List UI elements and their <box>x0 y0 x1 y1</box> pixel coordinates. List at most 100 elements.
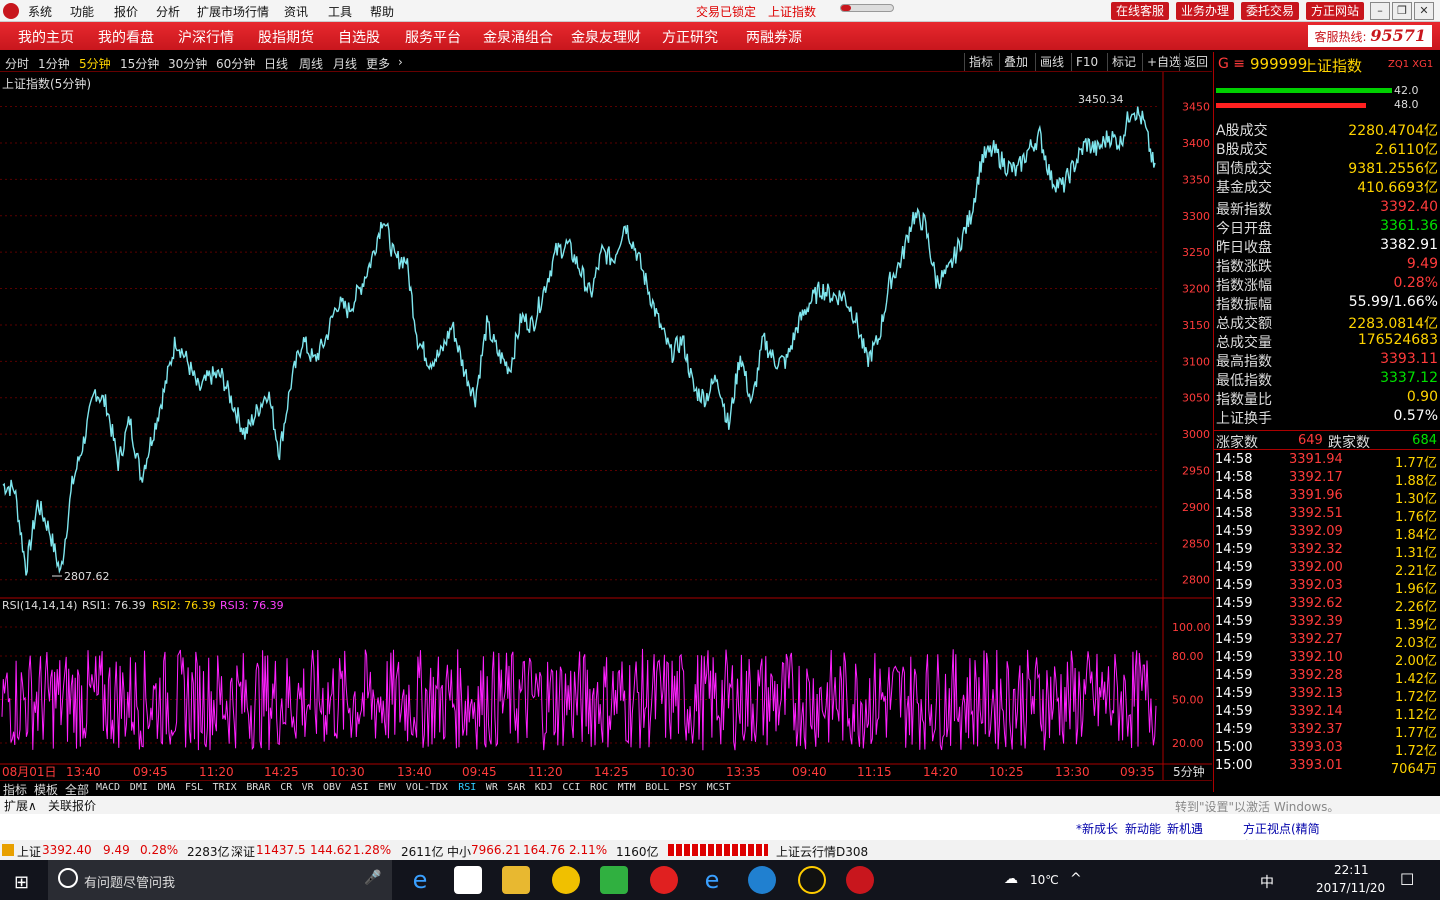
menu-function[interactable]: 功能 <box>70 3 94 20</box>
clock-date[interactable]: 2017/11/20 <box>1316 881 1385 895</box>
indicator-tab-vr[interactable]: VR <box>302 782 314 793</box>
title-slider[interactable] <box>840 4 894 12</box>
indicator-tab-cr[interactable]: CR <box>280 782 292 793</box>
edge-icon[interactable]: e <box>406 866 434 894</box>
indicator-tab-vol-tdx[interactable]: VOL-TDX <box>406 782 448 793</box>
indicator-tab-asi[interactable]: ASI <box>351 782 369 793</box>
menu-ext-market[interactable]: 扩展市场行情 <box>197 3 269 20</box>
ie-icon[interactable]: e <box>698 866 726 894</box>
store-icon[interactable] <box>454 866 482 894</box>
nav-watchlist[interactable]: 自选股 <box>338 27 380 47</box>
tray-chevron-icon[interactable]: ^ <box>1070 871 1082 887</box>
menu-analysis[interactable]: 分析 <box>156 3 180 20</box>
indicator-tab-roc[interactable]: ROC <box>590 782 608 793</box>
link-new-opportunity[interactable]: 新机遇 <box>1167 820 1203 837</box>
menu-tools[interactable]: 工具 <box>328 3 352 20</box>
app-green-icon[interactable] <box>600 866 628 894</box>
menu-system[interactable]: 系统 <box>28 3 52 20</box>
period-30min[interactable]: 30分钟 <box>168 55 207 72</box>
cortana-search[interactable]: 有问题尽管问我 🎤 <box>48 860 392 900</box>
indicator-tab-boll[interactable]: BOLL <box>645 782 669 793</box>
indicator-tab-kdj[interactable]: KDJ <box>535 782 553 793</box>
indicator-tab-brar[interactable]: BRAR <box>246 782 270 793</box>
menu-news[interactable]: 资讯 <box>284 3 308 20</box>
indicator-tab-dmi[interactable]: DMI <box>130 782 148 793</box>
tool-mark[interactable]: 标记 <box>1107 53 1140 71</box>
indicator-tab-emv[interactable]: EMV <box>378 782 396 793</box>
period-day[interactable]: 日线 <box>264 55 288 72</box>
period-5min[interactable]: 5分钟 <box>79 55 111 72</box>
app-blue-icon[interactable] <box>748 866 776 894</box>
kline-chart[interactable]: 上证指数(5分钟) 3450 3400 3350 3300 3250 3200 3150 31… <box>0 72 1212 780</box>
sh-label[interactable]: 上证 <box>17 843 41 860</box>
chevron-right-icon[interactable]: › <box>398 55 403 69</box>
tick-row: 14:58 3392.17 1.88亿 <box>1215 470 1437 489</box>
app-red-icon[interactable] <box>650 866 678 894</box>
tick-row: 14:59 3392.37 1.77亿 <box>1215 722 1437 741</box>
ime-indicator[interactable]: 中 <box>1260 872 1274 892</box>
tool-back[interactable]: 返回 <box>1179 53 1212 71</box>
notification-icon[interactable]: ☐ <box>1400 870 1414 889</box>
period-week[interactable]: 周线 <box>299 55 323 72</box>
indicator-tab-dma[interactable]: DMA <box>157 782 175 793</box>
linked-quote-tab[interactable]: 关联报价 <box>48 797 96 814</box>
online-service-button[interactable]: 在线客服 <box>1111 2 1170 20</box>
stat-row: 最高指数 3393.11 <box>1216 351 1438 370</box>
app-yellow-icon[interactable] <box>552 866 580 894</box>
period-1min[interactable]: 1分钟 <box>38 55 70 72</box>
indicator-tab-rsi[interactable]: RSI <box>458 782 476 793</box>
nav-finance[interactable]: 金泉友理财 <box>571 27 641 47</box>
indicator-tab-psy[interactable]: PSY <box>679 782 697 793</box>
nav-research[interactable]: 方正研究 <box>662 27 718 47</box>
indicator-tab-wr[interactable]: WR <box>486 782 498 793</box>
period-timeshare[interactable]: 分时 <box>5 55 29 72</box>
expand-button[interactable]: 扩展∧ <box>4 797 37 814</box>
trade-lock-status[interactable]: 交易已锁定 <box>696 3 756 20</box>
nav-my-board[interactable]: 我的看盘 <box>98 27 154 47</box>
founder-app-icon[interactable] <box>846 866 874 894</box>
nav-home[interactable]: 我的主页 <box>18 27 74 47</box>
tick-price: 3392.37 <box>1289 722 1343 737</box>
tool-draw[interactable]: 画线 <box>1035 53 1068 71</box>
clock-time[interactable]: 22:11 <box>1334 863 1369 877</box>
cloud-quote[interactable]: 上证云行情D308 <box>776 843 868 860</box>
indicator-tab-macd[interactable]: MACD <box>96 782 120 793</box>
qq-icon[interactable] <box>798 866 826 894</box>
period-60min[interactable]: 60分钟 <box>216 55 255 72</box>
link-new-energy[interactable]: 新动能 <box>1125 820 1161 837</box>
indicator-tab-sar[interactable]: SAR <box>507 782 525 793</box>
explorer-icon[interactable] <box>502 866 530 894</box>
nav-service[interactable]: 服务平台 <box>405 27 461 47</box>
menu-help[interactable]: 帮助 <box>370 3 394 20</box>
tick-row: 15:00 3393.03 1.72亿 <box>1215 740 1437 759</box>
tool-overlay[interactable]: 叠加 <box>999 53 1032 71</box>
period-more[interactable]: 更多 <box>366 55 390 72</box>
close-icon[interactable]: ✕ <box>1414 2 1434 20</box>
indicator-tab-mtm[interactable]: MTM <box>618 782 636 793</box>
menu-quote[interactable]: 报价 <box>114 3 138 20</box>
indicator-tab-mcst[interactable]: MCST <box>707 782 731 793</box>
period-month[interactable]: 月线 <box>333 55 357 72</box>
indicator-tab-obv[interactable]: OBV <box>323 782 341 793</box>
restore-icon[interactable]: ❐ <box>1392 2 1412 20</box>
indicator-tab-fsl[interactable]: FSL <box>185 782 203 793</box>
tool-indicator[interactable]: 指标 <box>964 53 997 71</box>
business-button[interactable]: 业务办理 <box>1176 2 1235 20</box>
minimize-icon[interactable]: – <box>1370 2 1390 20</box>
zx-label[interactable]: 中小 <box>447 843 471 860</box>
indicator-tab-trix[interactable]: TRIX <box>213 782 237 793</box>
period-15min[interactable]: 15分钟 <box>120 55 159 72</box>
nav-margin[interactable]: 两融券源 <box>746 27 802 47</box>
sh-pct: 0.28% <box>140 843 179 857</box>
trade-button[interactable]: 委托交易 <box>1241 2 1300 20</box>
tool-f10[interactable]: F10 <box>1071 53 1102 71</box>
link-new-growth[interactable]: *新成长 <box>1076 820 1118 837</box>
website-button[interactable]: 方正网站 <box>1306 2 1365 20</box>
nav-market[interactable]: 沪深行情 <box>178 27 234 47</box>
nav-portfolio[interactable]: 金泉涌组合 <box>483 27 553 47</box>
weather-icon[interactable]: ☁ <box>1004 871 1018 887</box>
sz-label[interactable]: 深证 <box>231 843 255 860</box>
nav-futures[interactable]: 股指期货 <box>258 27 314 47</box>
windows-start-icon[interactable]: ⊞ <box>14 872 29 893</box>
indicator-tab-cci[interactable]: CCI <box>562 782 580 793</box>
